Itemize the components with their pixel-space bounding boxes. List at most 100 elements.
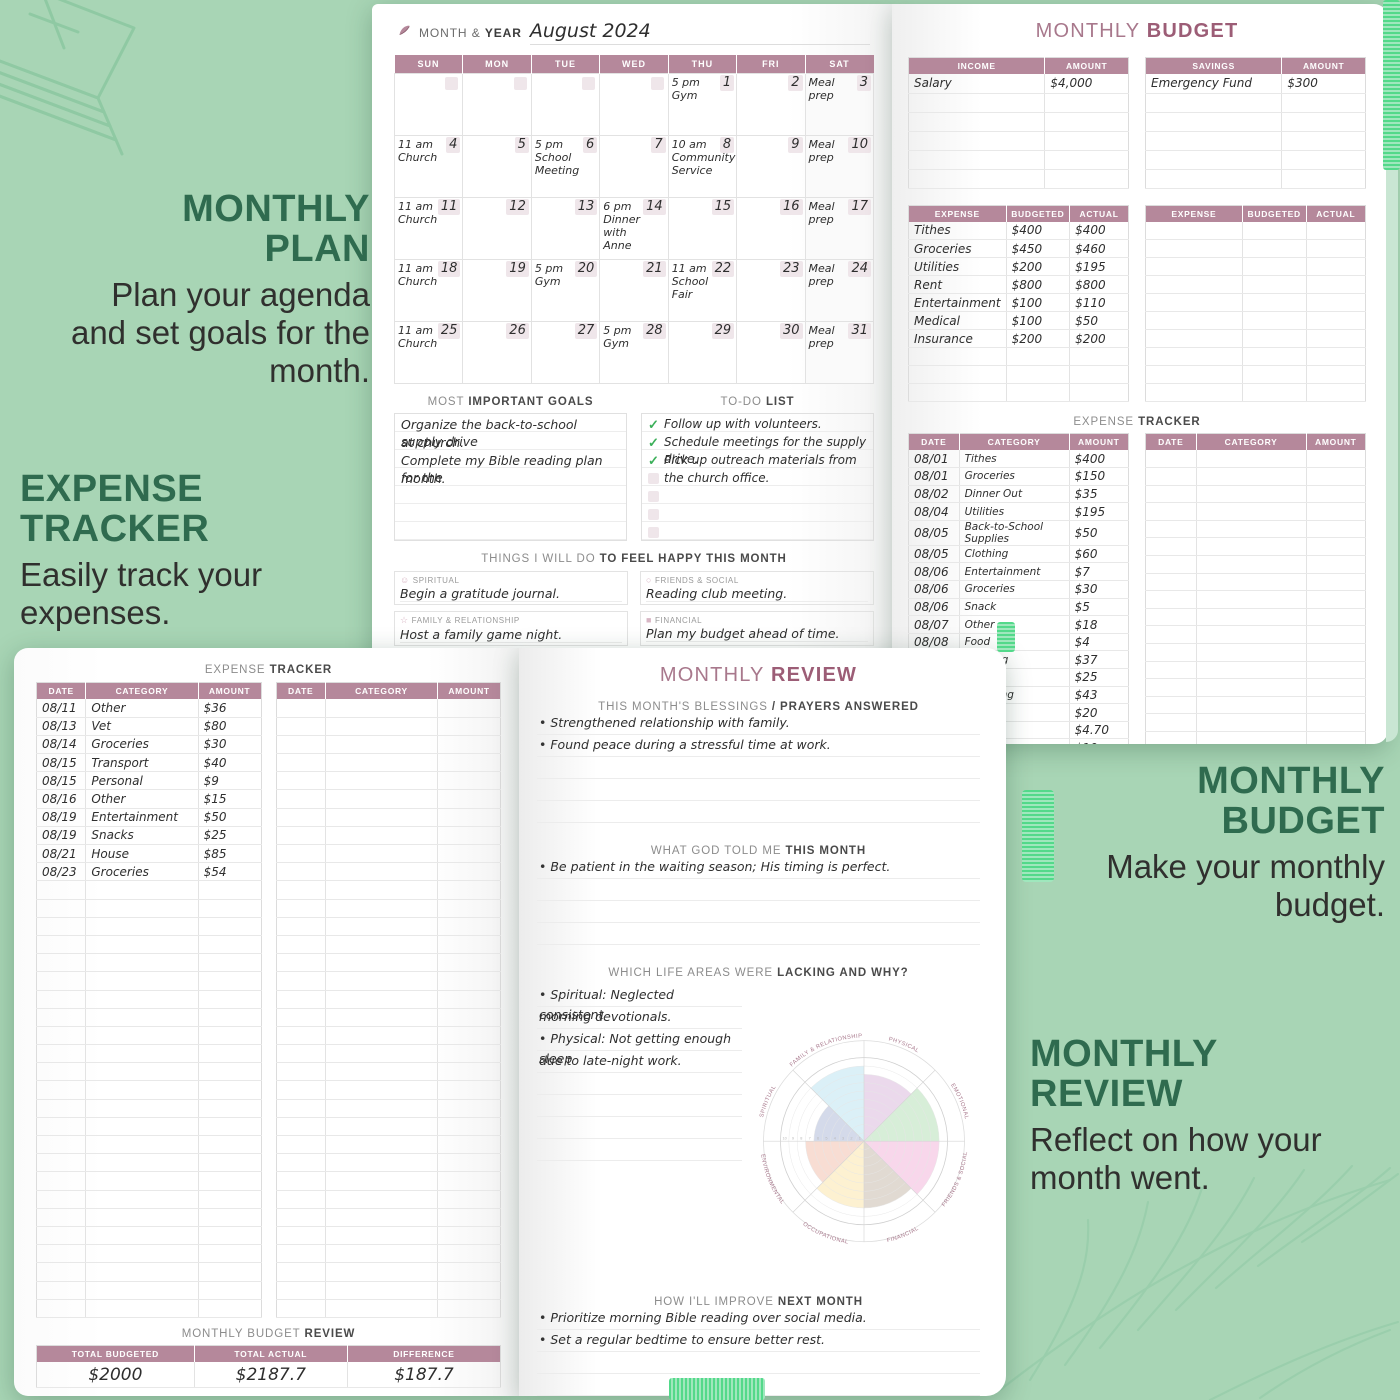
table-row[interactable]: 08/15 Transport $40	[36, 753, 261, 773]
table-cell[interactable]	[276, 699, 326, 718]
table-cell[interactable]: $195	[1069, 502, 1129, 521]
checkbox-empty-icon[interactable]	[648, 509, 659, 520]
calendar-body[interactable]: 15 pm Gym 2 3 Meal prep 4 11 am Church 5 6 5 pm Sch…	[393, 73, 875, 384]
table-row[interactable]	[276, 935, 501, 955]
budget-review-table[interactable]: TOTAL BUDGETED TOTAL ACTUAL DIFFERENCE $200…	[36, 1344, 501, 1389]
table-cell[interactable]: $460	[1069, 239, 1129, 258]
table-cell[interactable]	[1306, 485, 1366, 504]
table-cell[interactable]	[1006, 383, 1071, 402]
table-row[interactable]	[276, 1171, 501, 1191]
table-row[interactable]	[276, 953, 501, 973]
table-cell[interactable]	[1242, 239, 1307, 258]
table-cell[interactable]	[36, 1171, 87, 1191]
review-line[interactable]	[537, 1073, 742, 1095]
table-cell[interactable]: 08/14	[36, 735, 87, 755]
table-cell[interactable]	[85, 1281, 199, 1300]
table-row[interactable]: 08/06 Snack $5	[908, 598, 1129, 617]
table-cell[interactable]	[1145, 502, 1197, 521]
calendar-day-cell[interactable]	[462, 73, 532, 136]
table-cell[interactable]	[1069, 383, 1129, 402]
table-cell[interactable]	[437, 1190, 501, 1209]
table-cell[interactable]	[276, 789, 326, 809]
calendar-day-cell[interactable]: 14 6 pm Dinner with Anne	[599, 197, 669, 260]
table-cell[interactable]	[437, 1080, 501, 1100]
table-row[interactable]	[276, 1281, 501, 1300]
happy-cards-grid[interactable]: ☺ SPIRITUAL Begin a gratitude journal. ○ FRI…	[394, 571, 874, 646]
table-row[interactable]	[1145, 573, 1366, 592]
table-cell[interactable]	[1145, 275, 1243, 294]
lacking-lines[interactable]: Spiritual: Neglected consistentmorning d…	[537, 985, 742, 1290]
table-cell[interactable]	[325, 1008, 439, 1027]
table-cell[interactable]	[1306, 696, 1366, 715]
table-cell[interactable]: Entertainment	[908, 293, 1007, 312]
table-cell[interactable]	[1145, 573, 1197, 592]
table-cell[interactable]	[198, 1244, 261, 1264]
table-row[interactable]	[1145, 608, 1366, 627]
table-cell[interactable]: House	[85, 844, 199, 864]
table-cell[interactable]	[36, 1281, 87, 1300]
table-cell[interactable]	[1145, 293, 1243, 312]
table-row[interactable]	[36, 1153, 261, 1173]
table-cell[interactable]: 08/13	[36, 717, 87, 736]
review-line[interactable]	[537, 1139, 742, 1161]
table-cell[interactable]	[1281, 93, 1366, 113]
table-row[interactable]	[1145, 625, 1366, 645]
table-cell[interactable]	[1196, 537, 1307, 557]
table-cell[interactable]	[276, 826, 326, 846]
review-line[interactable]	[537, 1352, 980, 1374]
table-cell[interactable]	[325, 880, 439, 900]
table-cell[interactable]	[276, 1299, 326, 1318]
table-cell[interactable]	[437, 1135, 501, 1155]
table-cell[interactable]	[276, 1244, 326, 1264]
income-table[interactable]: INCOME AMOUNT Salary $4,000	[908, 57, 1129, 189]
table-cell[interactable]	[437, 1026, 501, 1046]
table-cell[interactable]	[276, 880, 326, 900]
calendar-event[interactable]: 5 pm Gym	[672, 76, 721, 103]
table-row[interactable]	[276, 1044, 501, 1064]
table-cell[interactable]	[325, 1135, 439, 1155]
table-row[interactable]: 08/19 Entertainment $50	[36, 808, 261, 827]
table-row[interactable]	[36, 1190, 261, 1209]
table-row[interactable]	[276, 1244, 501, 1264]
table-cell[interactable]	[1306, 293, 1366, 312]
table-cell[interactable]	[276, 935, 326, 955]
table-cell[interactable]: $40	[198, 753, 261, 773]
table-cell[interactable]: $200	[1069, 329, 1129, 348]
table-cell[interactable]	[908, 383, 1007, 402]
expense-tracker-table-right[interactable]: DATE CATEGORY AMOUNT	[275, 682, 501, 1318]
calendar-day-cell[interactable]: 22 11 am School Fair	[667, 259, 738, 322]
table-cell[interactable]	[1306, 731, 1366, 744]
table-cell[interactable]	[198, 1281, 261, 1300]
table-cell[interactable]	[437, 1044, 501, 1064]
table-cell[interactable]: $800	[1006, 275, 1071, 294]
calendar-event[interactable]: Meal prep	[809, 76, 858, 103]
table-cell[interactable]	[1145, 696, 1197, 715]
table-row[interactable]	[1145, 537, 1366, 557]
table-cell[interactable]	[36, 1026, 87, 1046]
table-cell[interactable]	[437, 717, 501, 736]
calendar-day-cell[interactable]: 15	[667, 197, 738, 260]
table-cell[interactable]	[85, 917, 199, 936]
table-cell[interactable]	[437, 935, 501, 955]
table-cell[interactable]	[1145, 239, 1243, 258]
table-row[interactable]: Entertainment $100 $110	[908, 293, 1129, 312]
table-row[interactable]	[36, 1135, 261, 1155]
table-cell[interactable]	[85, 1299, 199, 1318]
table-row[interactable]	[1145, 731, 1366, 744]
table-cell[interactable]: $20	[1069, 703, 1129, 722]
table-cell[interactable]: $4,000	[1044, 74, 1129, 94]
table-row[interactable]: 08/07 Other $18	[908, 615, 1129, 634]
table-cell[interactable]	[85, 1080, 199, 1100]
table-cell[interactable]	[908, 131, 1046, 151]
table-cell[interactable]: 08/15	[36, 771, 87, 791]
table-cell[interactable]	[325, 844, 439, 864]
table-cell[interactable]	[437, 1299, 501, 1318]
table-row[interactable]: 08/16 Other $15	[36, 789, 261, 809]
table-row[interactable]: 08/13 Vet $80	[36, 717, 261, 736]
table-row[interactable]	[908, 150, 1129, 170]
table-row[interactable]	[276, 1099, 501, 1118]
calendar-day-cell[interactable]: 28 5 pm Gym	[599, 321, 669, 384]
table-row[interactable]	[1145, 347, 1366, 366]
table-cell[interactable]	[1145, 485, 1197, 504]
table-cell[interactable]	[1145, 661, 1197, 680]
